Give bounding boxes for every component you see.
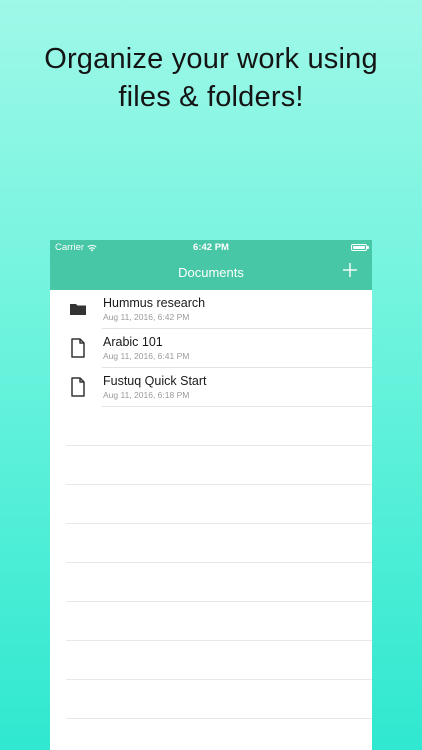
status-bar: Carrier 6:42 PM — [50, 240, 372, 255]
document-icon — [71, 377, 85, 397]
item-date: Aug 11, 2016, 6:41 PM — [103, 351, 190, 361]
empty-row — [50, 524, 372, 563]
list-item[interactable]: Arabic 101 Aug 11, 2016, 6:41 PM — [50, 329, 372, 368]
phone-screen: Carrier 6:42 PM Documents Hummus researc… — [50, 240, 372, 750]
empty-row — [50, 641, 372, 680]
empty-row — [50, 719, 372, 750]
empty-row — [50, 602, 372, 641]
status-time: 6:42 PM — [193, 242, 229, 253]
item-date: Aug 11, 2016, 6:18 PM — [103, 390, 190, 400]
item-name: Arabic 101 — [103, 335, 163, 349]
item-date: Aug 11, 2016, 6:42 PM — [103, 312, 190, 322]
empty-row — [50, 485, 372, 524]
list-item[interactable]: Fustuq Quick Start Aug 11, 2016, 6:18 PM — [50, 368, 372, 407]
empty-row — [50, 407, 372, 446]
document-icon — [71, 338, 85, 358]
item-name: Hummus research — [103, 296, 206, 310]
promo-headline: Organize your work using files & folders… — [0, 40, 422, 116]
item-name: Fustuq Quick Start — [103, 374, 207, 388]
promo-line-1: Organize your work using — [44, 43, 378, 75]
empty-row — [50, 680, 372, 719]
navigation-bar: Documents — [50, 255, 372, 290]
battery-icon — [351, 244, 369, 251]
documents-list: Hummus research Aug 11, 2016, 6:42 PM Ar… — [50, 290, 372, 750]
list-item[interactable]: Hummus research Aug 11, 2016, 6:42 PM — [50, 290, 372, 329]
nav-title: Documents — [178, 265, 244, 280]
empty-row — [50, 563, 372, 602]
empty-row — [50, 446, 372, 485]
promo-line-2: files & folders! — [118, 81, 304, 113]
folder-icon — [70, 304, 86, 315]
plus-icon[interactable] — [342, 262, 358, 278]
